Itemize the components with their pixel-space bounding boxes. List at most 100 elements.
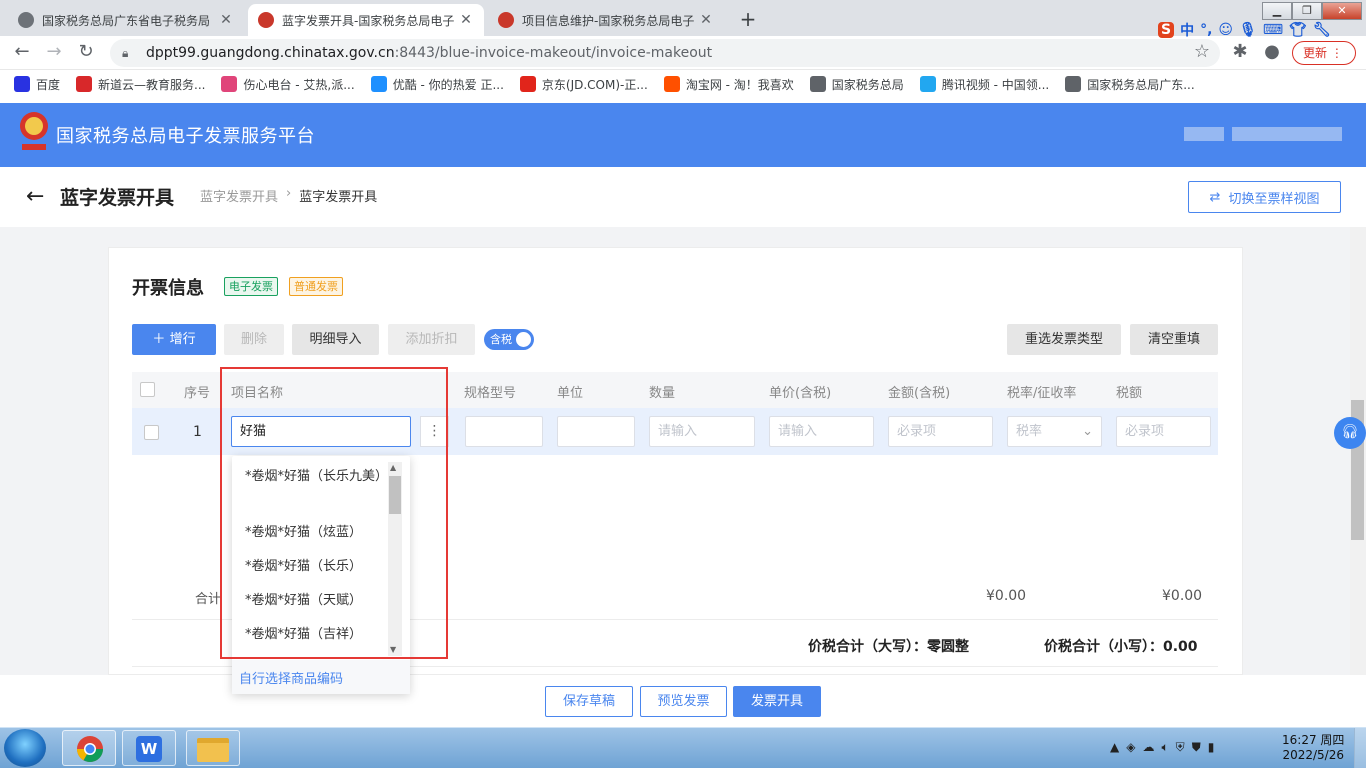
wps-icon: W xyxy=(136,736,162,762)
bookmark-item[interactable]: 伤心电台 - 艾热,派... xyxy=(221,76,355,93)
antivirus-icon[interactable]: ⛨ xyxy=(1176,740,1185,755)
preview-invoice-button[interactable]: 预览发票 xyxy=(640,686,727,717)
ime-toolbar[interactable]: S 中 °, ☺ 🎙︎ ⌨ 👕︎ 🔧︎ xyxy=(1158,18,1331,42)
bookmark-item[interactable]: 优酷 - 你的热爱 正... xyxy=(370,76,504,93)
page-title: 蓝字发票开具 xyxy=(60,187,175,209)
delete-button[interactable]: 删除 xyxy=(224,324,284,355)
address-bar[interactable]: 🔒︎ dppt99.guangdong.chinatax.gov.cn:8443… xyxy=(110,39,1220,67)
select-all-checkbox[interactable] xyxy=(140,382,155,397)
browser-tab-active[interactable]: 蓝字发票开具-国家税务总局电子 ✕ xyxy=(248,4,484,36)
column-header: 单位 xyxy=(557,386,584,401)
breadcrumb-item[interactable]: 蓝字发票开具 xyxy=(200,186,278,205)
bookmark-label: 淘宝网 - 淘！我喜欢 xyxy=(685,77,794,92)
import-detail-button[interactable]: 明细导入 xyxy=(292,324,379,355)
windows-start-button[interactable] xyxy=(4,729,46,767)
chrome-taskbar-icon[interactable] xyxy=(62,730,116,766)
toggle-knob xyxy=(516,332,531,347)
normal-invoice-tag: 普通发票 xyxy=(289,277,343,296)
reload-icon[interactable]: ↻ xyxy=(74,41,98,65)
bookmark-label: 国家税务总局广东... xyxy=(1087,77,1195,92)
save-draft-button[interactable]: 保存草稿 xyxy=(545,686,633,717)
clear-form-button[interactable]: 清空重填 xyxy=(1130,324,1218,355)
bookmark-item[interactable]: 京东(JD.COM)-正... xyxy=(519,76,648,93)
spec-input[interactable] xyxy=(465,416,543,447)
bookmark-label: 优酷 - 你的热爱 正... xyxy=(392,77,504,92)
speaker-icon[interactable]: 🔈︎ xyxy=(1161,740,1168,755)
tax-emblem-logo xyxy=(20,112,48,150)
security-icon[interactable]: ⛊ xyxy=(1192,740,1201,755)
folder-icon xyxy=(197,738,229,762)
network-box-icon[interactable]: ◈ xyxy=(1126,740,1135,755)
new-tab-button[interactable]: + xyxy=(734,6,762,34)
smiley-icon: ☺ xyxy=(1218,22,1234,38)
browser-tab[interactable]: 项目信息维护-国家税务总局电子 ✕ xyxy=(488,4,724,36)
reselect-invoice-type-button[interactable]: 重选发票类型 xyxy=(1007,324,1121,355)
wechat-icon[interactable]: ☁ xyxy=(1142,740,1154,755)
close-icon[interactable]: ✕ xyxy=(458,12,474,28)
add-row-button[interactable]: ＋ 增行 xyxy=(132,324,216,355)
tax-amount-input[interactable]: 必录项 xyxy=(1116,416,1211,447)
row-index: 1 xyxy=(193,424,202,440)
column-header: 序号 xyxy=(184,386,211,401)
tax-rate-placeholder: 税率 xyxy=(1016,424,1043,439)
extensions-icon[interactable]: ✱ xyxy=(1228,41,1252,65)
bookmark-item[interactable]: 淘宝网 - 淘！我喜欢 xyxy=(663,76,794,93)
show-desktop-button[interactable] xyxy=(1354,728,1366,768)
quantity-input[interactable]: 请输入 xyxy=(649,416,755,447)
forward-arrow-icon[interactable]: → xyxy=(42,41,66,65)
bookmark-item[interactable]: 腾讯视频 - 中国领... xyxy=(919,76,1049,93)
total-amount: ¥0.00 xyxy=(986,588,1027,604)
globe-icon xyxy=(18,12,34,28)
column-header: 数量 xyxy=(649,386,676,401)
unit-input[interactable] xyxy=(557,416,635,447)
close-icon[interactable]: ✕ xyxy=(698,12,714,28)
unit-price-input[interactable]: 请输入 xyxy=(769,416,874,447)
total-label: 合计 xyxy=(195,592,222,607)
switch-view-label: 切换至票样视图 xyxy=(1228,191,1320,207)
wps-taskbar-icon[interactable]: W xyxy=(122,730,176,766)
amount-input[interactable]: 必录项 xyxy=(888,416,993,447)
star-icon[interactable]: ☆ xyxy=(1190,41,1214,65)
bookmark-item[interactable]: 国家税务总局 xyxy=(809,76,904,93)
bookmark-item[interactable]: 新道云—教育服务... xyxy=(76,76,205,93)
user-info-redacted xyxy=(1232,127,1342,141)
profile-icon[interactable]: ● xyxy=(1260,41,1284,65)
radio-icon xyxy=(221,76,238,92)
signal-icon[interactable]: ▮ xyxy=(1208,740,1215,755)
tax-emblem-icon xyxy=(498,12,514,28)
column-header: 金额(含税) xyxy=(888,386,951,401)
url-path: :8443/blue-invoice-makeout/invoice-makeo… xyxy=(394,45,713,61)
explorer-taskbar-icon[interactable] xyxy=(186,730,240,766)
add-discount-button[interactable]: 添加折扣 xyxy=(388,324,475,355)
site-title: 国家税务总局电子发票服务平台 xyxy=(56,126,315,147)
tax-emblem-icon xyxy=(258,12,274,28)
chevron-up-icon[interactable]: ▲ xyxy=(1110,740,1119,755)
browser-tab[interactable]: 国家税务总局广东省电子税务局 ✕ xyxy=(8,4,244,36)
update-button[interactable]: 更新 ⋮ xyxy=(1292,41,1356,65)
add-row-label: 增行 xyxy=(169,332,196,347)
tax-included-toggle[interactable]: 含税 xyxy=(484,329,534,350)
bookmark-item[interactable]: 百度 xyxy=(14,76,60,93)
xindao-icon xyxy=(76,76,93,92)
bookmark-label: 新道云—教育服务... xyxy=(98,77,206,92)
headset-icon[interactable]: 🎧︎ xyxy=(1334,417,1366,449)
lock-icon: 🔒︎ xyxy=(122,45,129,60)
bookmarks-bar: 百度 新道云—教育服务... 伤心电台 - 艾热,派... 优酷 - 你的热爱 正..… xyxy=(0,70,1366,98)
bookmark-item[interactable]: 国家税务总局广东... xyxy=(1065,76,1195,93)
back-arrow-icon[interactable]: ← xyxy=(26,184,44,209)
tab-title: 国家税务总局广东省电子税务局 xyxy=(42,13,211,28)
url-host: dppt99.guangdong.chinatax.gov.cn xyxy=(146,45,395,61)
tax-rate-select[interactable]: 税率 ⌄ xyxy=(1007,416,1102,447)
close-icon[interactable]: ✕ xyxy=(218,12,234,28)
back-arrow-icon[interactable]: ← xyxy=(10,41,34,65)
issue-invoice-button[interactable]: 发票开具 xyxy=(733,686,821,717)
row-checkbox[interactable] xyxy=(144,425,159,440)
sogou-icon: S xyxy=(1158,22,1175,38)
tab-title: 项目信息维护-国家税务总局电子 xyxy=(522,13,695,28)
switch-view-button[interactable]: ⇄ 切换至票样视图 xyxy=(1188,181,1341,213)
total-upper: 价税合计（大写）：零圆整 xyxy=(808,636,969,656)
column-header: 税额 xyxy=(1116,386,1143,401)
select-product-code-link[interactable]: 自行选择商品编码 xyxy=(239,668,343,687)
taskbar-clock[interactable]: 16:27 周四 2022/5/26 xyxy=(1282,733,1344,763)
clock-time: 16:27 周四 xyxy=(1282,733,1345,747)
